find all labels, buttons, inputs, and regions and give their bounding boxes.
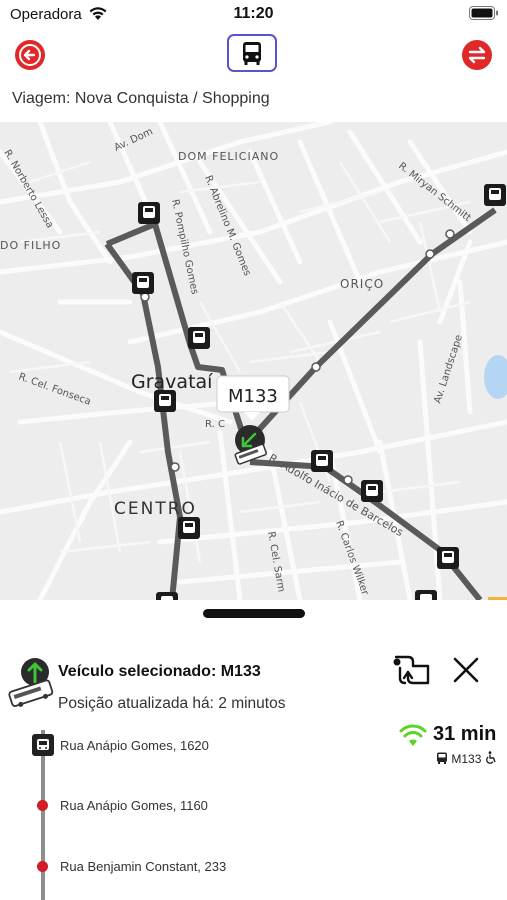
list-item[interactable]: Rua Anápio Gomes, 1160 xyxy=(60,798,208,813)
map-label-fonseca: R. Cel. Fonseca xyxy=(17,371,92,407)
list-item[interactable]: Rua Benjamin Constant, 233 xyxy=(60,859,226,874)
list-item[interactable]: Rua Anápio Gomes, 1620 xyxy=(60,738,209,753)
lake xyxy=(484,355,507,399)
vehicle-sheet: Veículo selecionado: M133 Posição atuali… xyxy=(0,600,507,900)
vehicle-title: Veículo selecionado: M133 xyxy=(58,663,261,680)
direction-marker xyxy=(425,249,435,259)
vehicle-direction-icon xyxy=(8,658,54,707)
direction-marker xyxy=(445,229,455,239)
swap-arrows-icon xyxy=(468,46,486,64)
status-bar: Operadora 11:20 xyxy=(0,0,507,28)
map-label-landscape: Av. Landscape xyxy=(432,334,465,405)
bus-stop-icon xyxy=(32,734,54,756)
map-label-do-filho: DO FILHO xyxy=(0,239,61,252)
map-label-orico: ORIÇO xyxy=(340,277,384,291)
bus-icon xyxy=(437,752,447,764)
arrow-left-icon xyxy=(19,44,41,66)
back-button[interactable] xyxy=(15,40,45,70)
sheet-grabber[interactable] xyxy=(203,609,305,618)
eta-line-number: M133 xyxy=(451,752,482,766)
map-label-gravatai: Gravataí xyxy=(131,371,213,393)
map-label-av-dom: Av. Dom xyxy=(113,126,155,153)
map-canvas: DOM FELICIANO ORIÇO DO FILHO Av. Dom R. … xyxy=(0,122,507,600)
share-route-button[interactable] xyxy=(390,652,430,690)
close-button[interactable] xyxy=(450,654,482,686)
map-label-carlos: R. Carlos Wilker xyxy=(333,519,370,597)
direction-marker xyxy=(170,462,180,472)
stop-dot xyxy=(37,800,48,811)
direction-marker xyxy=(311,362,321,372)
map-label-norberto: R. Norberto Lessa xyxy=(1,148,55,230)
wheelchair-icon xyxy=(485,751,496,764)
direction-marker xyxy=(343,475,353,485)
trip-title: Viagem: Nova Conquista / Shopping xyxy=(12,90,270,107)
eta-line: M133 xyxy=(436,751,497,766)
position-updated: Posição atualizada há: 2 minutos xyxy=(58,695,286,712)
map-label-r-c: R. C xyxy=(205,419,225,430)
direction-marker xyxy=(140,292,150,302)
bus-mode-button[interactable] xyxy=(227,34,277,72)
stop-dot xyxy=(37,861,48,872)
map-label-dom-feliciano: DOM FELICIANO xyxy=(178,150,279,163)
realtime-signal-icon xyxy=(399,724,427,746)
vehicle-callout-label: M133 xyxy=(228,386,278,407)
eta-time: 31 min xyxy=(433,723,497,745)
battery-icon xyxy=(469,6,498,20)
close-icon xyxy=(453,657,479,683)
map-label-sarmento: R. Cel. Sarm xyxy=(265,531,286,593)
vehicle-callout[interactable]: M133 xyxy=(216,375,290,421)
map-view[interactable]: DOM FELICIANO ORIÇO DO FILHO Av. Dom R. … xyxy=(0,122,507,600)
bus-icon xyxy=(243,42,261,65)
top-bar xyxy=(0,28,507,84)
vehicle-marker xyxy=(234,425,267,465)
map-label-centro: CENTRO xyxy=(114,499,197,519)
swap-direction-button[interactable] xyxy=(462,40,492,70)
clock: 11:20 xyxy=(233,5,274,22)
